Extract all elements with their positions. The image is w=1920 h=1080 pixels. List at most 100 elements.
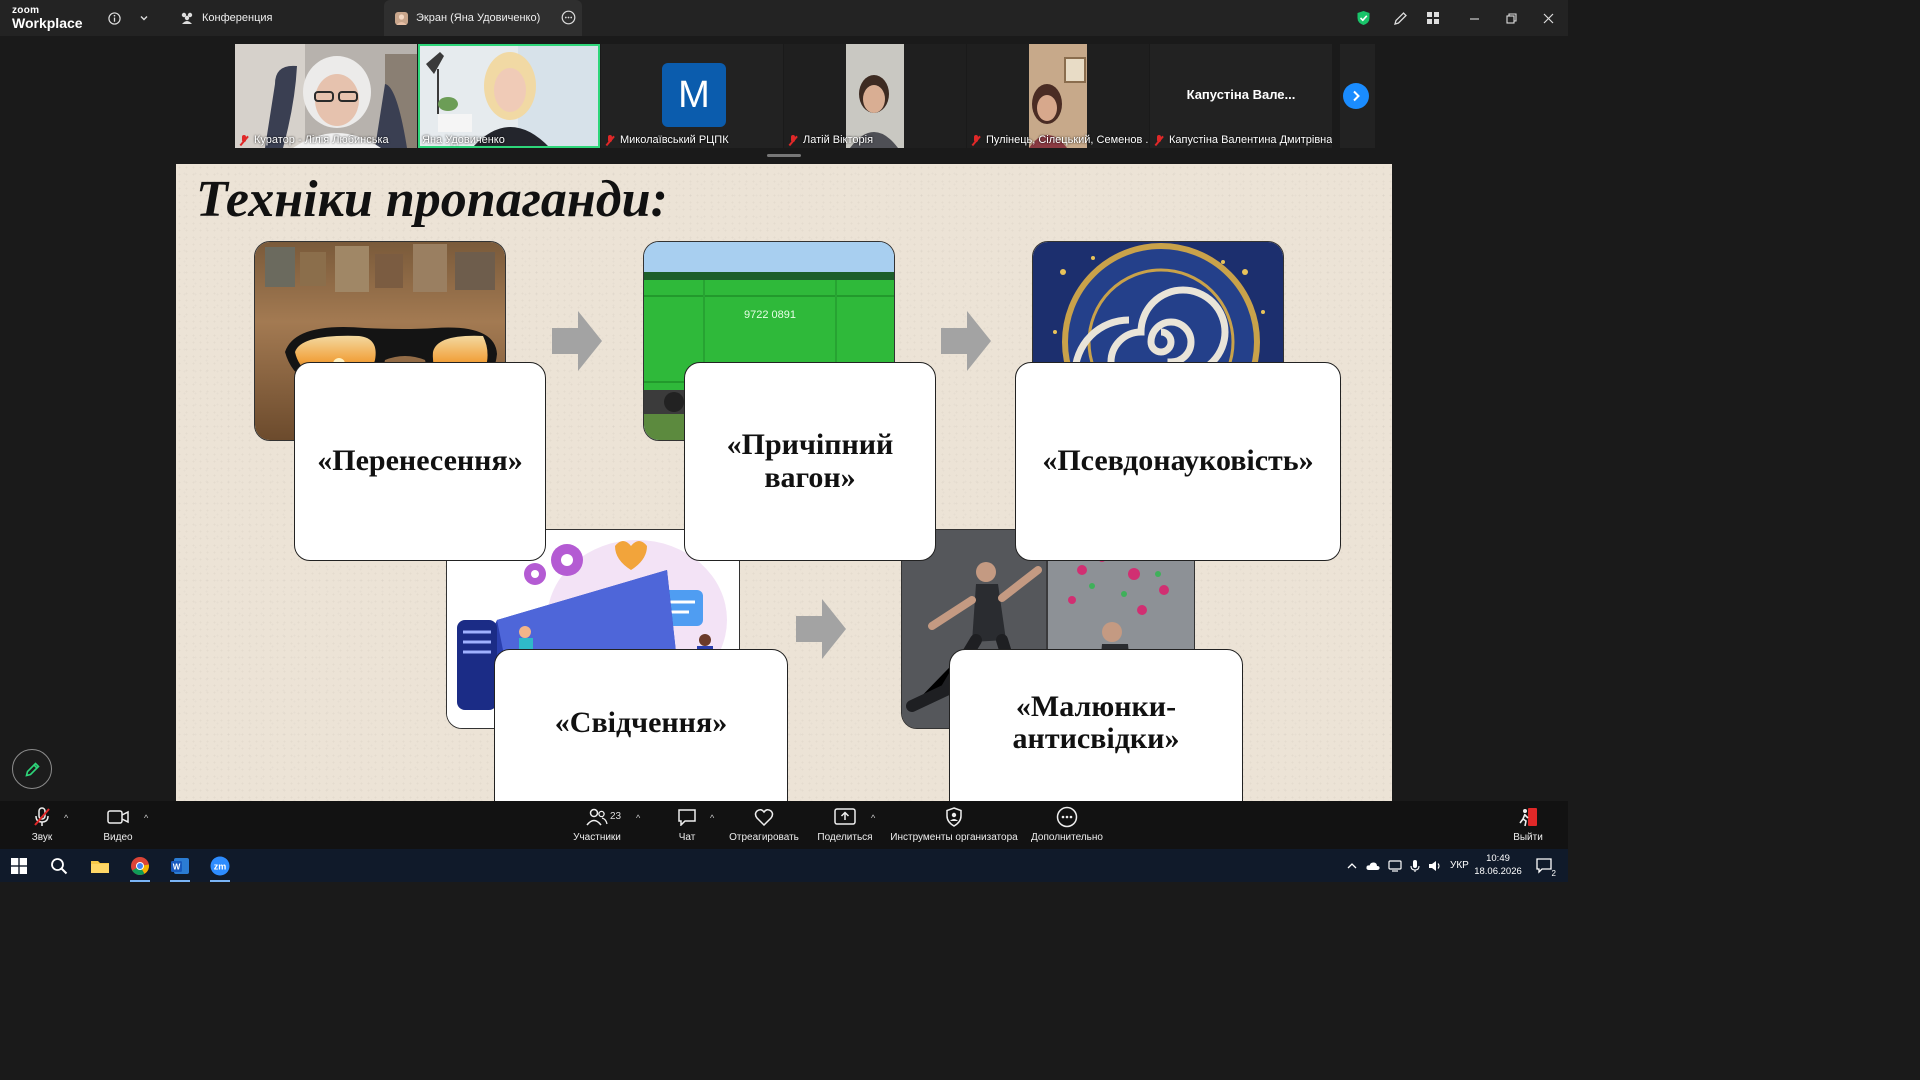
annotate-button[interactable] bbox=[12, 749, 52, 789]
participant-name: Капустіна Валентина Дмитрівна bbox=[1169, 134, 1332, 146]
people-icon bbox=[180, 11, 194, 25]
mic-muted-icon bbox=[788, 134, 798, 146]
mic-muted-icon bbox=[239, 134, 249, 146]
security-shield-icon[interactable] bbox=[1353, 8, 1373, 28]
react-button[interactable]: Отреагировать bbox=[728, 801, 800, 849]
slide-title: Техніки пропаганди: bbox=[196, 171, 668, 228]
participant-name: Миколаївський РЦПК bbox=[620, 134, 729, 146]
tab-label: Конференция bbox=[202, 12, 273, 24]
gallery-resize-handle[interactable] bbox=[767, 154, 801, 157]
participant-tile[interactable]: Латій Вікторія bbox=[784, 44, 966, 148]
tab-label: Экран (Яна Удовиченко) bbox=[416, 12, 541, 24]
share-screen-icon bbox=[834, 808, 856, 825]
heart-icon bbox=[754, 808, 774, 826]
participant-tile[interactable]: M Миколаївський РЦПК bbox=[601, 44, 783, 148]
search-icon[interactable] bbox=[46, 853, 72, 879]
close-icon[interactable] bbox=[1530, 0, 1566, 36]
participant-name: Куратор - Лілія Любинська bbox=[254, 134, 389, 146]
svg-text:zm: zm bbox=[214, 862, 227, 872]
people-icon bbox=[586, 808, 608, 826]
avatar: M bbox=[662, 63, 726, 127]
participant-name: Латій Вікторія bbox=[803, 134, 874, 146]
wagon-number-text: 9722 0891 bbox=[744, 309, 796, 321]
notifications-icon[interactable]: 2 bbox=[1532, 853, 1558, 879]
shield-icon bbox=[946, 807, 962, 827]
apps-icon[interactable] bbox=[1423, 8, 1443, 28]
participants-count: 23 bbox=[610, 811, 622, 822]
arrow-right-icon bbox=[941, 311, 991, 371]
mic-muted-icon bbox=[1154, 134, 1164, 146]
participant-video-feed bbox=[784, 44, 966, 148]
word-icon[interactable]: W bbox=[167, 853, 193, 882]
shared-screen-area: Техніки пропаганди: 9722 0891 «Перенесен… bbox=[0, 164, 1568, 801]
microphone-icon[interactable] bbox=[1410, 859, 1420, 873]
meeting-controls: Звук ^ Видео ^ Участники 23 ^ Чат ^ Отре… bbox=[0, 801, 1568, 849]
mic-muted-icon bbox=[971, 134, 981, 146]
network-icon[interactable] bbox=[1388, 859, 1402, 872]
audio-button[interactable]: Звук bbox=[22, 801, 62, 849]
user-thumb-icon bbox=[394, 11, 408, 25]
more-options-icon bbox=[1056, 806, 1078, 828]
more-options-icon[interactable] bbox=[561, 10, 576, 28]
technique-card: «Причіпний вагон» bbox=[684, 362, 936, 561]
volume-icon[interactable] bbox=[1428, 860, 1442, 872]
mic-muted-icon bbox=[34, 807, 50, 826]
next-page-button[interactable] bbox=[1343, 83, 1369, 109]
chevron-up-icon[interactable]: ^ bbox=[64, 813, 68, 823]
participant-display-name: Капустіна Вале... bbox=[1186, 86, 1296, 102]
pencil-icon[interactable] bbox=[1390, 8, 1410, 28]
info-icon[interactable] bbox=[104, 8, 124, 28]
participants-button[interactable]: Участники bbox=[572, 801, 622, 849]
keyboard-language[interactable]: УКР bbox=[1450, 860, 1469, 871]
more-button[interactable]: Дополнительно bbox=[1030, 801, 1104, 849]
chat-bubble-icon bbox=[678, 809, 696, 826]
exit-door-icon bbox=[1519, 808, 1537, 827]
participant-name: Пулінець, Сілецький, Семенов ... bbox=[986, 134, 1149, 146]
title-bar: zoom Workplace Конференция Экран (Яна Уд… bbox=[0, 0, 1568, 36]
os-taskbar: W zm УКР 10:49 18.06.2026 2 bbox=[0, 849, 1568, 882]
participant-tile[interactable]: Пулінець, Сілецький, Семенов ... bbox=[967, 44, 1149, 148]
participant-video-feed bbox=[235, 44, 417, 148]
presentation-slide: Техніки пропаганди: 9722 0891 «Перенесен… bbox=[176, 164, 1392, 801]
arrow-right-icon bbox=[796, 599, 846, 659]
host-tools-button[interactable]: Инструменты организатора bbox=[888, 801, 1020, 849]
taskbar-clock[interactable]: 10:49 18.06.2026 bbox=[1472, 852, 1524, 878]
chrome-icon[interactable] bbox=[127, 853, 153, 882]
chat-button[interactable]: Чат bbox=[672, 801, 702, 849]
leave-meeting-button[interactable]: Выйти bbox=[1510, 801, 1546, 849]
cloud-icon[interactable] bbox=[1366, 861, 1380, 871]
chevron-right-icon bbox=[1353, 90, 1360, 102]
mic-muted-icon bbox=[605, 134, 615, 146]
chevron-down-icon[interactable] bbox=[134, 8, 154, 28]
technique-card: «Свідчення» bbox=[494, 649, 788, 801]
notifications-count: 2 bbox=[1551, 869, 1556, 878]
restore-icon[interactable] bbox=[1493, 0, 1529, 36]
participant-tile[interactable]: Капустіна Вале... Капустіна Валентина Дм… bbox=[1150, 44, 1332, 148]
participant-tile[interactable]: Куратор - Лілія Любинська bbox=[235, 44, 417, 148]
technique-card: «Перенесення» bbox=[294, 362, 546, 561]
zoom-logo: zoom Workplace bbox=[12, 5, 83, 31]
arrow-right-icon bbox=[552, 311, 602, 371]
tab-screen-share[interactable]: Экран (Яна Удовиченко) bbox=[384, 0, 582, 36]
file-explorer-icon[interactable] bbox=[87, 853, 113, 879]
windows-start-icon[interactable] bbox=[6, 853, 32, 879]
participants-gallery: Куратор - Лілія Любинська Яна Удовиченко… bbox=[0, 36, 1568, 164]
participant-video-feed bbox=[418, 44, 600, 148]
video-button[interactable]: Видео bbox=[98, 801, 138, 849]
svg-text:W: W bbox=[173, 863, 181, 872]
chevron-up-icon[interactable]: ^ bbox=[710, 813, 714, 823]
pencil-icon bbox=[24, 761, 40, 777]
chevron-up-icon[interactable] bbox=[1346, 861, 1358, 871]
zoom-app-icon[interactable]: zm bbox=[207, 853, 233, 882]
share-screen-button[interactable]: Поделиться bbox=[816, 801, 874, 849]
participant-tile-active-speaker[interactable]: Яна Удовиченко bbox=[418, 44, 600, 148]
technique-card: «Псевдонауковість» bbox=[1015, 362, 1341, 561]
chevron-up-icon[interactable]: ^ bbox=[871, 813, 875, 823]
system-tray: УКР bbox=[1346, 849, 1469, 882]
participant-video-feed bbox=[967, 44, 1149, 148]
chevron-up-icon[interactable]: ^ bbox=[636, 813, 640, 823]
tab-conference[interactable]: Конференция bbox=[170, 0, 282, 36]
video-camera-icon bbox=[107, 810, 129, 824]
chevron-up-icon[interactable]: ^ bbox=[144, 813, 148, 823]
minimize-icon[interactable] bbox=[1456, 0, 1492, 36]
